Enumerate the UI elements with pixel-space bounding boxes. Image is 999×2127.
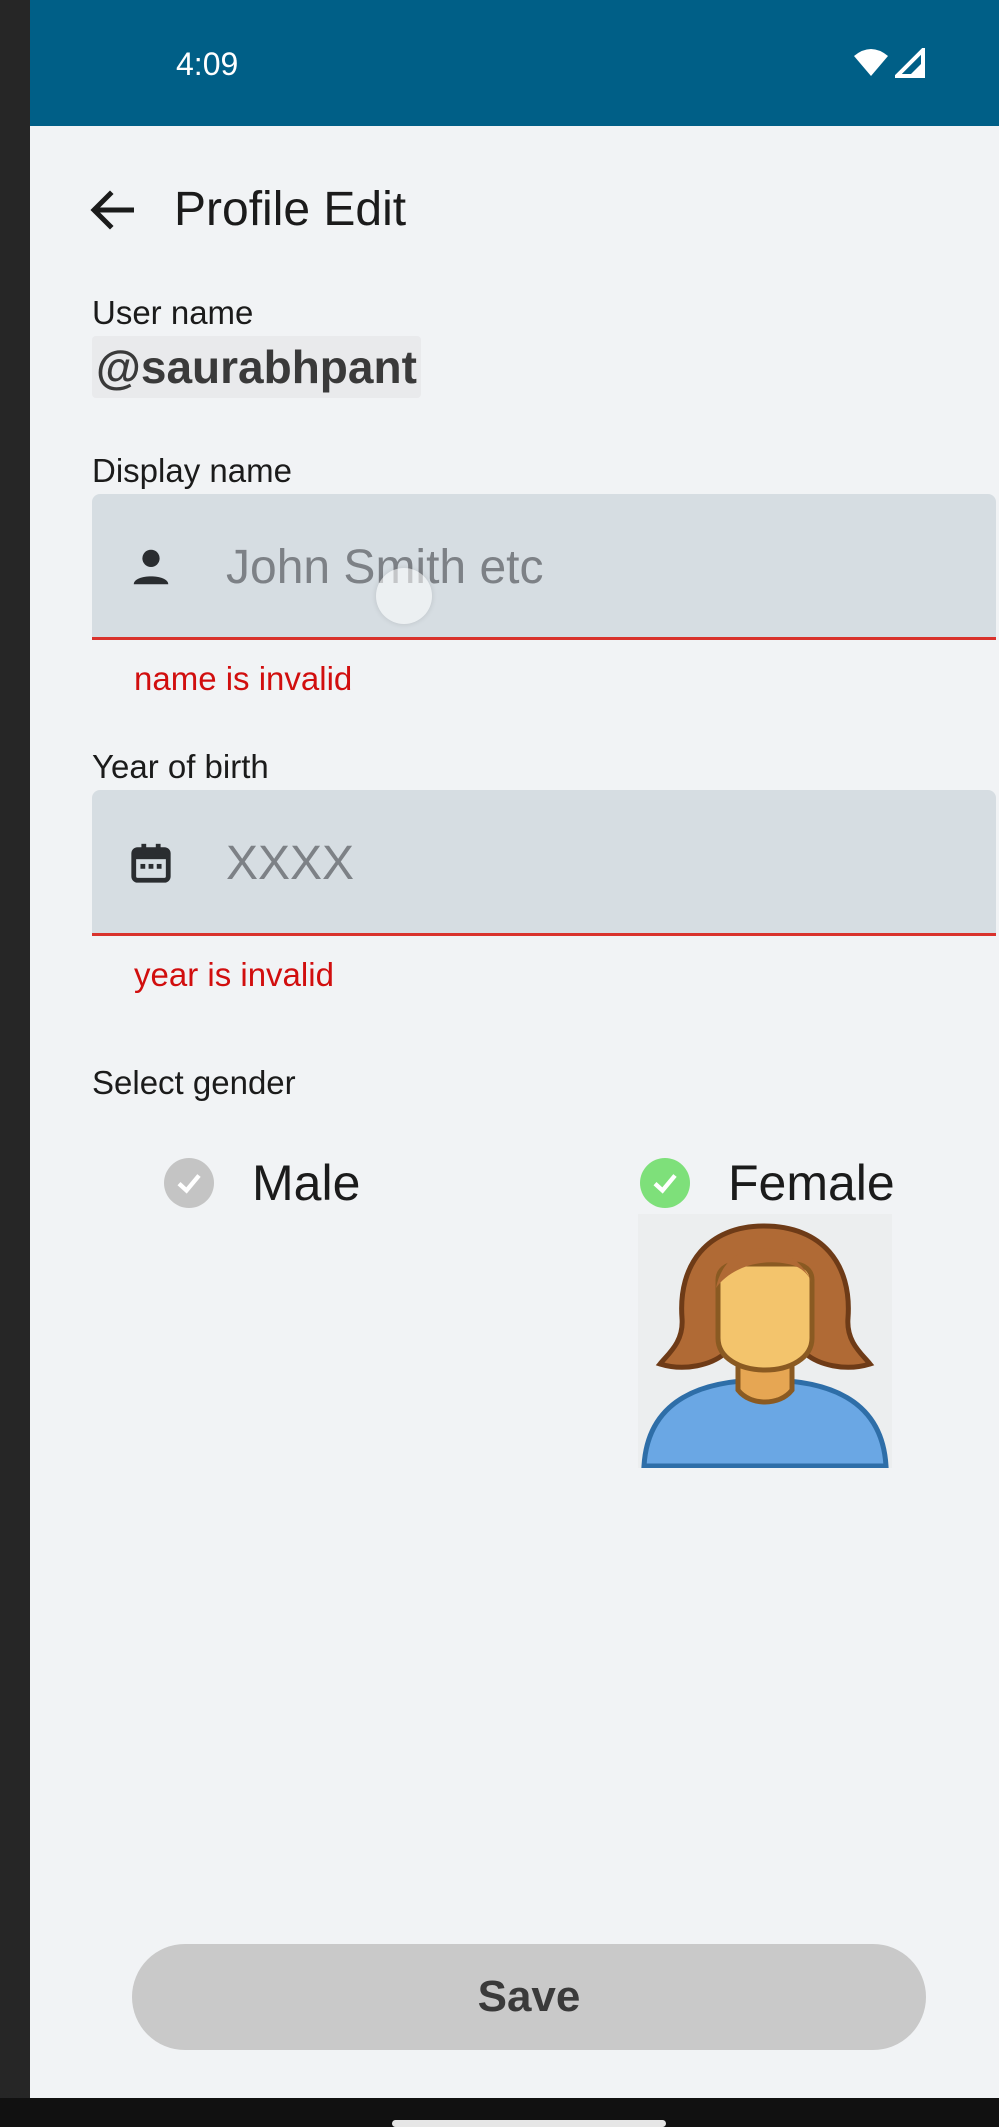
signal-icon (895, 48, 925, 78)
check-circle-icon (640, 1158, 690, 1208)
username-value: @saurabhpant (92, 336, 421, 398)
arrow-left-icon (90, 190, 134, 230)
year-of-birth-error: year is invalid (134, 956, 334, 993)
display-name-label: Display name (92, 452, 292, 489)
year-of-birth-field[interactable] (92, 790, 996, 936)
username-label: User name (92, 294, 254, 331)
year-of-birth-label: Year of birth (92, 748, 269, 785)
device-frame (0, 0, 30, 2127)
status-bar: 4:09 (30, 0, 999, 126)
person-icon (133, 549, 169, 585)
status-icons (853, 48, 925, 78)
home-indicator[interactable] (392, 2120, 666, 2127)
page-title: Profile Edit (174, 183, 407, 236)
gender-option-female[interactable]: Female (640, 1154, 895, 1212)
status-time: 4:09 (176, 46, 239, 82)
save-button-label: Save (477, 1972, 581, 2021)
display-name-error: name is invalid (134, 660, 353, 697)
calendar-icon (131, 843, 171, 883)
gender-option-label: Female (728, 1155, 895, 1211)
display-name-field[interactable] (92, 494, 996, 640)
gender-option-label: Male (252, 1155, 361, 1211)
gender-option-male[interactable]: Male (164, 1154, 360, 1212)
gender-label: Select gender (92, 1064, 296, 1101)
save-button[interactable]: Save (132, 1944, 926, 2050)
wifi-icon (854, 49, 888, 76)
touch-ripple (376, 568, 432, 624)
display-name-input[interactable] (224, 538, 968, 596)
year-of-birth-input[interactable] (224, 834, 968, 892)
app-screen: 4:09 Profile Edit User name @saurabhpant… (30, 0, 999, 2098)
check-circle-icon (164, 1158, 214, 1208)
back-button[interactable] (76, 174, 148, 246)
female-avatar-icon (638, 1214, 892, 1469)
app-bar: Profile Edit (30, 170, 999, 250)
